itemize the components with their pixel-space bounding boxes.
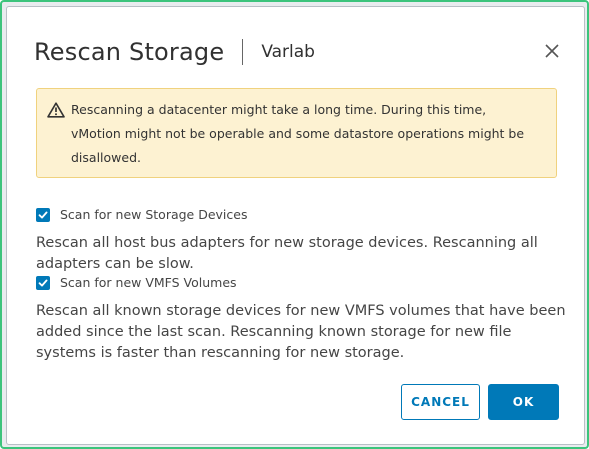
option-vmfs-volumes[interactable]: Scan for new VMFS Volumes: [36, 275, 237, 290]
ok-button[interactable]: OK: [488, 384, 559, 420]
dialog-subtitle: Varlab: [261, 42, 315, 62]
checkmark-icon: [38, 279, 48, 286]
rescan-storage-dialog: Rescan Storage Varlab Rescanning a datac…: [6, 6, 585, 445]
warning-alert: Rescanning a datacenter might take a lon…: [36, 88, 557, 178]
warning-text: Rescanning a datacenter might take a lon…: [71, 102, 525, 165]
storage-devices-description: Rescan all host bus adapters for new sto…: [36, 235, 538, 272]
vmfs-volumes-label: Scan for new VMFS Volumes: [60, 275, 237, 290]
vmfs-volumes-description: Rescan all known storage devices for new…: [36, 303, 566, 361]
window-frame: Rescan Storage Varlab Rescanning a datac…: [0, 0, 589, 449]
warning-triangle-icon: [47, 102, 65, 118]
vmfs-volumes-checkbox[interactable]: [36, 275, 50, 290]
storage-devices-checkbox[interactable]: [36, 207, 50, 222]
dialog-header: Rescan Storage Varlab: [34, 35, 564, 69]
cancel-button[interactable]: CANCEL: [401, 384, 480, 420]
close-icon: [545, 44, 559, 58]
storage-devices-label: Scan for new Storage Devices: [60, 207, 248, 222]
close-button[interactable]: [540, 39, 564, 63]
title-divider: [242, 39, 244, 65]
dialog-title: Rescan Storage: [34, 38, 225, 66]
checkmark-icon: [38, 211, 48, 218]
option-storage-devices[interactable]: Scan for new Storage Devices: [36, 207, 247, 222]
